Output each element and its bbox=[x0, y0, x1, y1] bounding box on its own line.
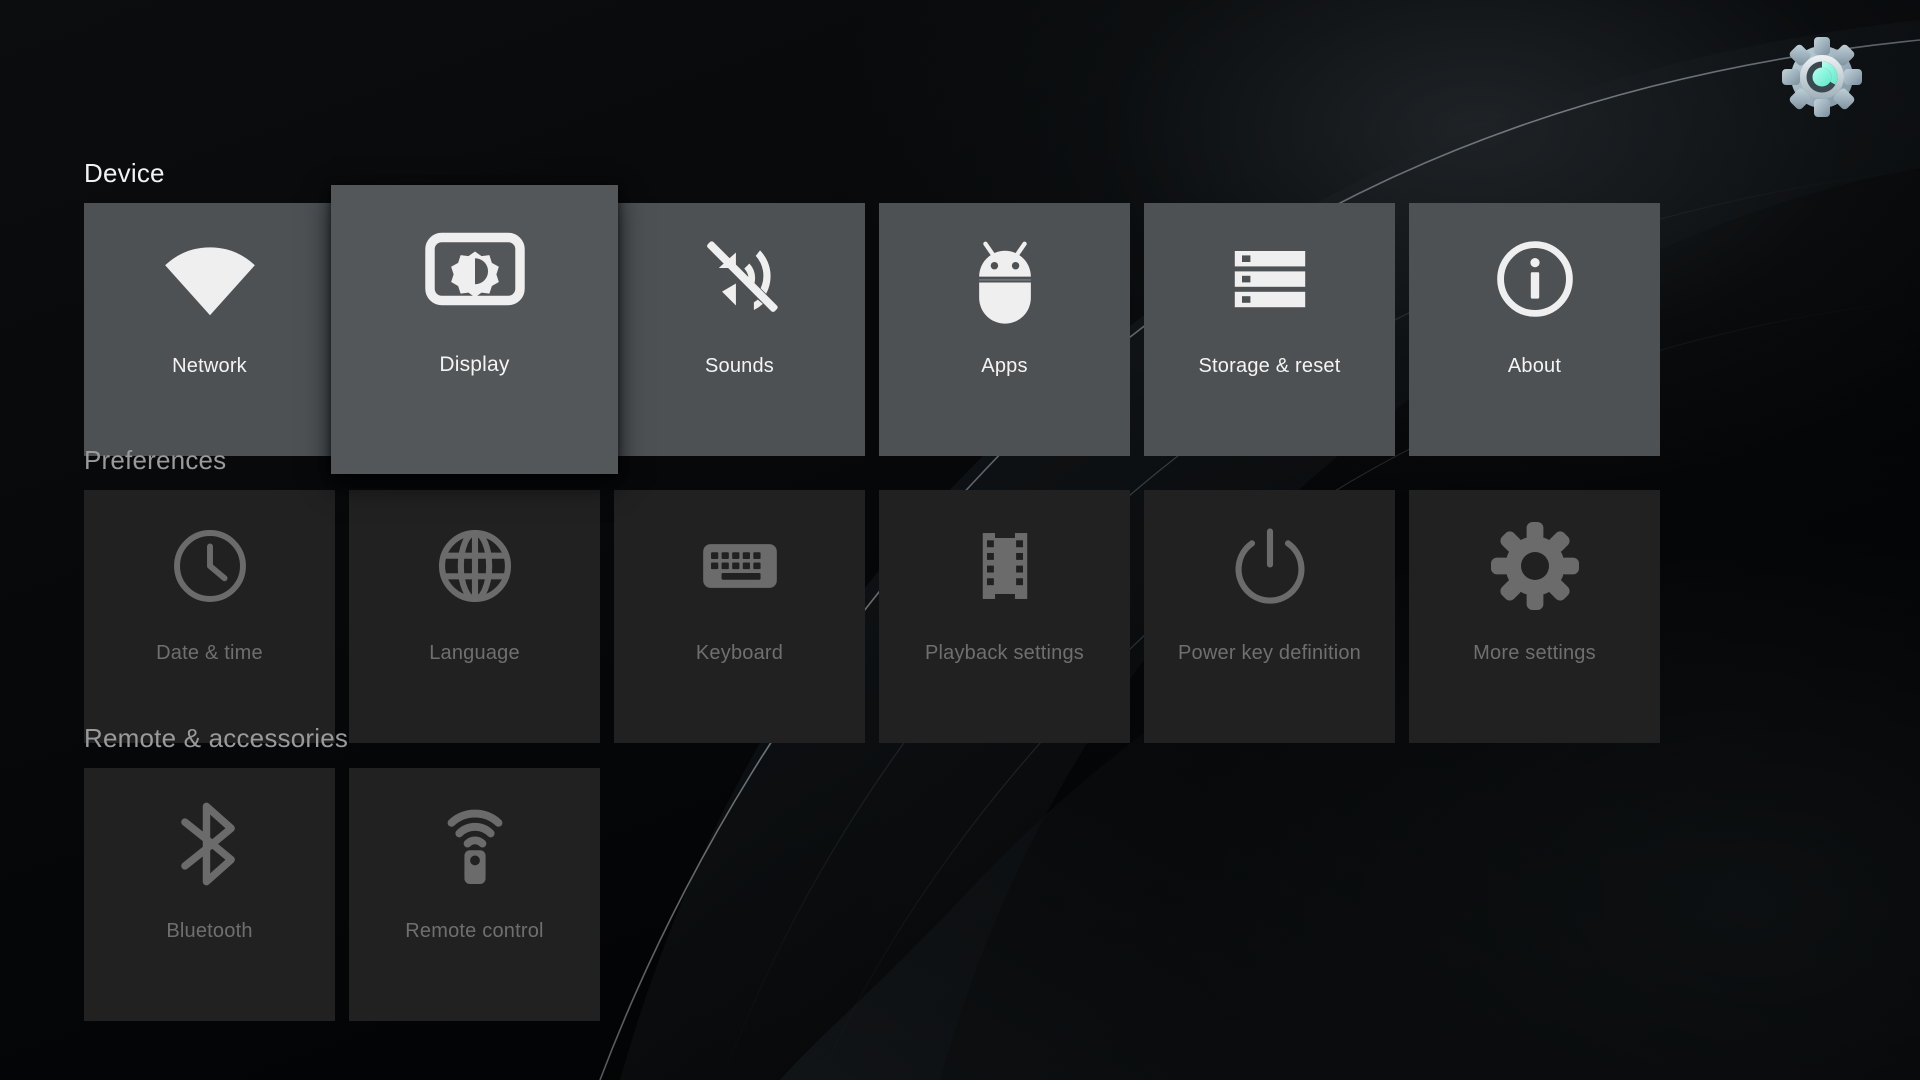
tile-remote-control[interactable]: Remote control bbox=[349, 768, 600, 1021]
tile-label: Sounds bbox=[704, 355, 775, 377]
gear-icon bbox=[1409, 490, 1660, 642]
tile-label: Storage & reset bbox=[1198, 355, 1341, 377]
tile-label: More settings bbox=[1473, 642, 1596, 664]
section-remote-accessories: Remote & accessories Bluetooth Remote co… bbox=[84, 725, 600, 1021]
tile-row-device: Network Display Sounds Apps Storage & re… bbox=[84, 185, 1660, 474]
globe-icon bbox=[349, 490, 600, 642]
brightness-icon bbox=[331, 185, 618, 353]
tile-sounds[interactable]: Sounds bbox=[614, 203, 865, 456]
storage-icon bbox=[1144, 203, 1395, 355]
tile-label: About bbox=[1507, 355, 1562, 377]
remote-icon bbox=[349, 768, 600, 920]
tile-label: Apps bbox=[981, 355, 1028, 377]
tile-label: Power key definition bbox=[1178, 642, 1361, 664]
keyboard-icon bbox=[614, 490, 865, 642]
tile-label: Playback settings bbox=[924, 642, 1085, 664]
tile-display[interactable]: Display bbox=[331, 185, 618, 474]
film-icon bbox=[879, 490, 1130, 642]
tile-label: Display bbox=[439, 353, 510, 376]
section-preferences: Preferences Date & time Language Keyboar… bbox=[84, 447, 1660, 743]
bluetooth-icon bbox=[84, 768, 335, 920]
tile-apps[interactable]: Apps bbox=[879, 203, 1130, 456]
tile-power-key-definition[interactable]: Power key definition bbox=[1144, 490, 1395, 743]
clock-icon bbox=[84, 490, 335, 642]
settings-screen: Device Network Display Sounds Apps Stora… bbox=[0, 0, 1920, 1080]
tile-language[interactable]: Language bbox=[349, 490, 600, 743]
tile-date-time[interactable]: Date & time bbox=[84, 490, 335, 743]
tile-bluetooth[interactable]: Bluetooth bbox=[84, 768, 335, 1021]
tile-network[interactable]: Network bbox=[84, 203, 335, 456]
wifi-icon bbox=[84, 203, 335, 355]
tile-about[interactable]: About bbox=[1409, 203, 1660, 456]
tile-label: Date & time bbox=[156, 642, 263, 664]
section-title-device: Device bbox=[84, 158, 165, 188]
info-icon bbox=[1409, 203, 1660, 355]
tile-playback-settings[interactable]: Playback settings bbox=[879, 490, 1130, 743]
tile-more-settings[interactable]: More settings bbox=[1409, 490, 1660, 743]
tile-row-preferences: Date & time Language Keyboard Playback s… bbox=[84, 490, 1660, 743]
section-title-remote: Remote & accessories bbox=[84, 723, 349, 753]
tile-label: Network bbox=[172, 355, 247, 377]
tile-label: Bluetooth bbox=[166, 920, 253, 942]
section-title-preferences: Preferences bbox=[84, 445, 227, 475]
section-device: Device Network Display Sounds Apps Stora… bbox=[84, 160, 1660, 474]
tile-storage-reset[interactable]: Storage & reset bbox=[1144, 203, 1395, 456]
tile-label: Keyboard bbox=[695, 642, 784, 664]
tile-label: Language bbox=[429, 642, 520, 664]
tile-label: Remote control bbox=[405, 920, 544, 942]
android-icon bbox=[879, 203, 1130, 355]
power-icon bbox=[1144, 490, 1395, 642]
settings-content: Device Network Display Sounds Apps Stora… bbox=[0, 0, 1920, 1080]
volume-off-icon bbox=[614, 203, 865, 355]
tile-row-remote: Bluetooth Remote control bbox=[84, 768, 600, 1021]
tile-keyboard[interactable]: Keyboard bbox=[614, 490, 865, 743]
